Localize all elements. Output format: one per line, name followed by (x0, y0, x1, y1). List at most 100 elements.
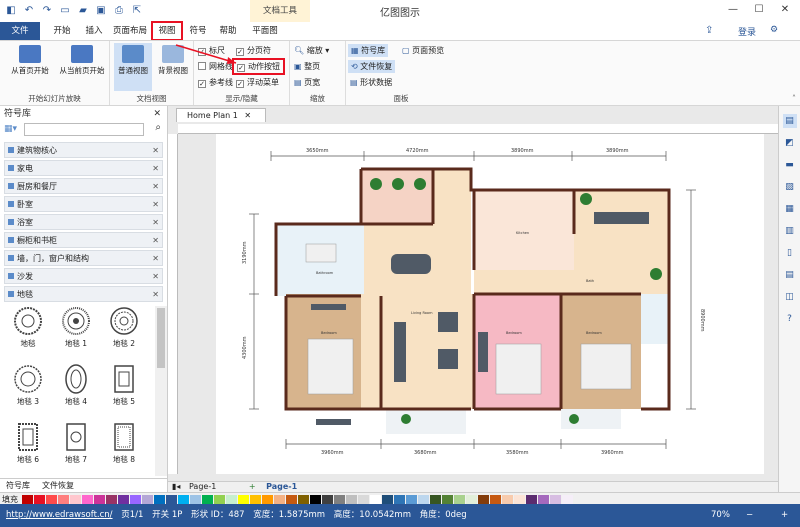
library-panel-button[interactable]: ▦ 符号库 (348, 44, 389, 57)
share-icon[interactable]: ⇪ (705, 25, 713, 36)
status-zoom[interactable]: 70% (711, 504, 730, 527)
close-icon[interactable]: ✕ (772, 4, 798, 15)
comment-icon[interactable]: ◫ (783, 290, 797, 304)
color-swatch[interactable] (514, 495, 525, 504)
color-swatch[interactable] (466, 495, 477, 504)
category-close-icon[interactable]: ✕ (152, 143, 159, 159)
library-scroll-thumb[interactable] (157, 308, 165, 368)
color-swatch[interactable] (118, 495, 129, 504)
status-url[interactable]: http://www.edrawsoft.cn/ (6, 510, 113, 520)
library-search-input[interactable] (24, 123, 144, 136)
page-tab-1[interactable]: Page-1 (266, 482, 297, 491)
page-select[interactable]: Page-1 (189, 482, 216, 491)
color-swatch[interactable] (370, 495, 381, 504)
from-first-page-button[interactable]: 从首页开始 (6, 45, 54, 76)
rug-shape[interactable]: 地毯 3 (6, 364, 50, 420)
library-category[interactable]: 橱柜和书柜 ✕ (4, 232, 163, 248)
fit-page-button[interactable]: ▣ 整页 (294, 61, 320, 72)
floor-plan[interactable]: 3650mm 4720mm 3890mm 3890mm 3960mm 3680m… (216, 134, 764, 474)
color-swatch[interactable] (382, 495, 393, 504)
color-swatch[interactable] (142, 495, 153, 504)
tab-floorplan[interactable]: 平面图 (250, 22, 280, 40)
rug-shape[interactable]: 地毯 (6, 306, 50, 362)
tab-page-layout[interactable]: 页面布局 (112, 22, 148, 40)
tab-home[interactable]: 开始 (48, 22, 76, 40)
color-swatch[interactable] (262, 495, 273, 504)
fill-icon[interactable]: ◩ (783, 136, 797, 150)
color-swatch[interactable] (82, 495, 93, 504)
data-icon[interactable]: ▤ (783, 268, 797, 282)
color-swatch[interactable] (22, 495, 33, 504)
help-icon[interactable]: ? (783, 312, 797, 326)
login-link[interactable]: 登录 (738, 25, 756, 38)
color-swatch[interactable] (286, 495, 297, 504)
color-swatch[interactable] (550, 495, 561, 504)
color-swatch[interactable] (94, 495, 105, 504)
color-swatch[interactable] (238, 495, 249, 504)
color-swatch[interactable] (562, 495, 573, 504)
library-scrollbar[interactable] (155, 306, 167, 476)
page-preview-button[interactable]: ▢ 页面预览 (402, 45, 444, 56)
rug-shape[interactable]: 地毯 2 (102, 306, 146, 362)
color-swatch[interactable] (166, 495, 177, 504)
color-swatch[interactable] (202, 495, 213, 504)
page-width-button[interactable]: ▤ 页宽 (294, 77, 320, 88)
rug-shape[interactable]: 地毯 8 (102, 422, 146, 478)
tab-help[interactable]: 帮助 (214, 22, 242, 40)
library-grid-icon[interactable]: ▦▾ (4, 124, 17, 134)
color-swatch[interactable] (538, 495, 549, 504)
print-icon[interactable]: ⎙ (112, 4, 126, 18)
library-category[interactable]: 地毯 ✕ (4, 286, 163, 302)
color-swatch[interactable] (478, 495, 489, 504)
document-tab[interactable]: Home Plan 1 ✕ (176, 108, 266, 122)
zoom-out-icon[interactable]: − (746, 504, 753, 527)
settings-icon[interactable]: ⚙ (770, 25, 778, 35)
shape-data-button[interactable]: ▤ 形状数据 (350, 77, 392, 88)
export-icon[interactable]: ⇱ (130, 4, 144, 18)
tab-view[interactable]: 视图 (151, 21, 183, 41)
open-icon[interactable]: ▰ (76, 4, 90, 18)
minimize-icon[interactable]: — (720, 4, 746, 15)
color-swatch[interactable] (418, 495, 429, 504)
category-close-icon[interactable]: ✕ (152, 161, 159, 177)
color-swatch[interactable] (358, 495, 369, 504)
shadow-icon[interactable]: ▦ (783, 202, 797, 216)
library-category[interactable]: 厨房和餐厅 ✕ (4, 178, 163, 194)
color-swatch[interactable] (190, 495, 201, 504)
rug-shape[interactable]: 地毯 6 (6, 422, 50, 478)
library-close-icon[interactable]: ✕ (153, 106, 161, 122)
library-search-icon[interactable]: ⌕ (155, 122, 161, 133)
library-category[interactable]: 墙，门，窗户和结构 ✕ (4, 250, 163, 266)
new-icon[interactable]: ▭ (58, 4, 72, 18)
color-swatch[interactable] (334, 495, 345, 504)
drawing-page[interactable]: 3650mm 4720mm 3890mm 3890mm 3960mm 3680m… (216, 134, 764, 474)
file-recovery-button[interactable]: ⟲ 文件恢复 (348, 60, 396, 73)
normal-view-button[interactable]: 普通视图 (114, 43, 152, 91)
rug-shape[interactable]: 地毯 4 (54, 364, 98, 420)
color-swatch[interactable] (46, 495, 57, 504)
from-current-page-button[interactable]: 从当前页开始 (56, 45, 108, 76)
library-category[interactable]: 浴室 ✕ (4, 214, 163, 230)
bottom-tab-file-recovery[interactable]: 文件恢复 (36, 479, 80, 493)
library-category[interactable]: 家电 ✕ (4, 160, 163, 176)
color-swatch[interactable] (250, 495, 261, 504)
color-swatch[interactable] (154, 495, 165, 504)
library-category[interactable]: 卧室 ✕ (4, 196, 163, 212)
color-swatch[interactable] (490, 495, 501, 504)
color-swatch[interactable] (502, 495, 513, 504)
color-swatch[interactable] (106, 495, 117, 504)
tab-symbols[interactable]: 符号 (186, 22, 210, 40)
page-nav-icon[interactable]: ▮◂ (172, 482, 180, 491)
color-swatch[interactable] (130, 495, 141, 504)
color-swatch[interactable] (430, 495, 441, 504)
color-swatch[interactable] (322, 495, 333, 504)
color-swatch[interactable] (58, 495, 69, 504)
color-swatch[interactable] (214, 495, 225, 504)
rug-shape[interactable]: 地毯 5 (102, 364, 146, 420)
color-swatch[interactable] (298, 495, 309, 504)
color-swatch[interactable] (346, 495, 357, 504)
color-swatch[interactable] (34, 495, 45, 504)
document-tab-close-icon[interactable]: ✕ (244, 111, 251, 120)
category-close-icon[interactable]: ✕ (152, 179, 159, 195)
tab-insert[interactable]: 插入 (80, 22, 108, 40)
